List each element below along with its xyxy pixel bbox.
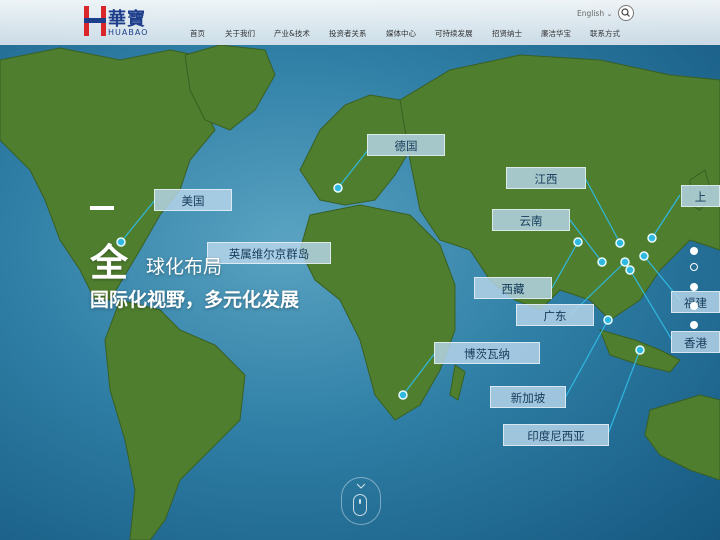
top-navigation-bar: 華寶 HUABAO 首页 关于我们 产业&技术 投资者关系 媒体中心 可持续发展… <box>0 0 720 45</box>
connector-line-indonesia <box>607 349 641 435</box>
map-label-singapore[interactable]: 新加坡 <box>490 386 566 408</box>
map-marker-tibet[interactable] <box>597 257 607 267</box>
map-label-yunnan[interactable]: 云南 <box>492 209 570 231</box>
nav-item-media[interactable]: 媒体中心 <box>386 28 416 39</box>
map-marker-jiangxi[interactable] <box>615 238 625 248</box>
map-marker-botswana[interactable] <box>398 390 408 400</box>
slider-dot-5[interactable] <box>690 247 698 255</box>
slider-dot-1[interactable] <box>690 263 698 271</box>
hero-dash <box>90 206 114 210</box>
logo-text-en: HUABAO <box>108 28 149 37</box>
map-label-guangdong[interactable]: 广东 <box>516 304 594 326</box>
map-label-bvi[interactable]: 英属维尔京群岛 <box>207 242 331 264</box>
hero-subtitle: 国际化视野，多元化发展 <box>90 289 300 311</box>
map-marker-indonesia[interactable] <box>635 345 645 355</box>
nav-item-home[interactable]: 首页 <box>190 28 205 39</box>
map-label-germany[interactable]: 德国 <box>367 134 445 156</box>
slider-dot-2[interactable] <box>690 283 698 291</box>
map-marker-singapore[interactable] <box>603 315 613 325</box>
hero-title: 球化布局 <box>146 256 223 278</box>
slider-dot-3[interactable] <box>690 302 698 310</box>
connector-line-singapore <box>564 319 609 399</box>
map-label-botswana[interactable]: 博茨瓦纳 <box>434 342 540 364</box>
mouse-icon <box>353 494 367 516</box>
huabao-logo[interactable]: 華寶 HUABAO <box>84 5 154 39</box>
map-marker-germany[interactable] <box>333 183 343 193</box>
nav-item-careers[interactable]: 招贤纳士 <box>492 28 522 39</box>
hero-big-char: 全 <box>90 241 129 285</box>
slider-dot-4[interactable] <box>690 321 698 329</box>
map-marker-guangdong[interactable] <box>620 257 630 267</box>
search-button[interactable] <box>618 5 634 21</box>
map-label-tibet[interactable]: 西藏 <box>474 277 552 299</box>
nav-item-contact[interactable]: 联系方式 <box>590 28 620 39</box>
nav-item-industry-tech[interactable]: 产业&技术 <box>274 28 310 39</box>
slider-pagination <box>689 247 701 333</box>
map-marker-shanghai[interactable] <box>647 233 657 243</box>
nav-item-integrity[interactable]: 廉洁华宝 <box>541 28 571 39</box>
nav-item-investors[interactable]: 投资者关系 <box>329 28 367 39</box>
map-label-usa[interactable]: 美国 <box>154 189 232 211</box>
nav-item-about[interactable]: 关于我们 <box>225 28 255 39</box>
language-label: English <box>577 9 605 18</box>
map-marker-hongkong[interactable] <box>625 265 635 275</box>
chevron-down-icon <box>356 483 366 489</box>
logo-mark-icon <box>84 6 106 36</box>
map-label-jiangxi[interactable]: 江西 <box>506 167 586 189</box>
language-switcher[interactable]: English ⌄ <box>577 9 612 18</box>
map-marker-fujian[interactable] <box>639 251 649 261</box>
map-marker-yunnan[interactable] <box>573 237 583 247</box>
map-label-shanghai[interactable]: 上 <box>681 185 720 207</box>
search-icon <box>621 8 630 17</box>
map-label-indonesia[interactable]: 印度尼西亚 <box>503 424 609 446</box>
map-label-hongkong[interactable]: 香港 <box>671 331 720 353</box>
chevron-down-icon: ⌄ <box>606 10 613 18</box>
nav-item-sustainability[interactable]: 可持续发展 <box>435 28 473 39</box>
